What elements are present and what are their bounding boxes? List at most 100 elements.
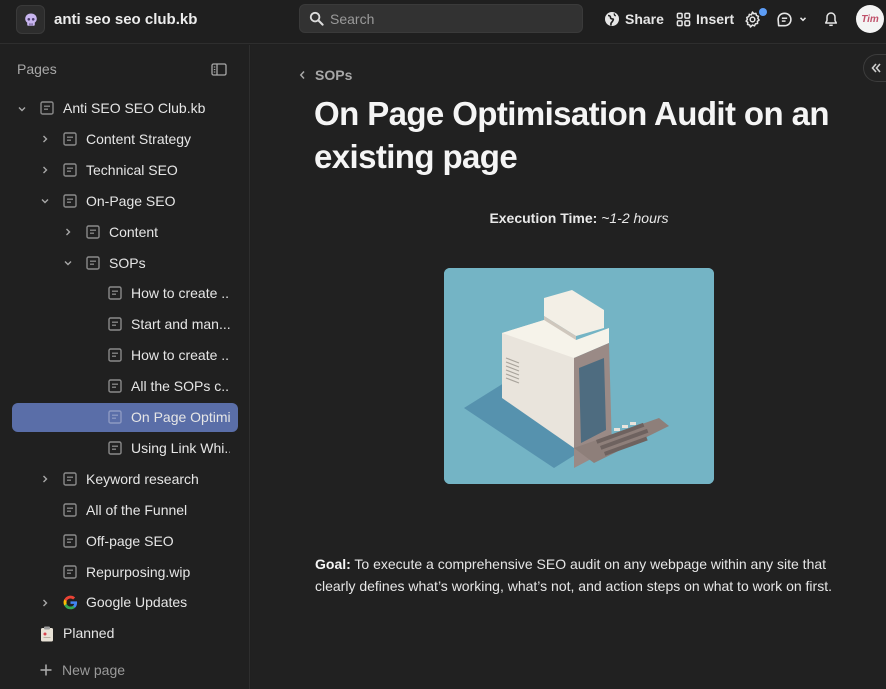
sidebar-item[interactable]: On Page Optimis	[12, 403, 238, 432]
sidebar-item[interactable]: SOPs	[12, 249, 238, 278]
hero-image[interactable]	[444, 268, 714, 484]
sidebar-item-label: Content Strategy	[86, 130, 192, 147]
sidebar-item[interactable]: How to create ...	[12, 341, 238, 370]
pages-header: Pages	[17, 61, 57, 77]
sidebar-item-label: Google Updates	[86, 594, 188, 611]
insert-label: Insert	[696, 11, 735, 27]
chevron-left-icon	[299, 70, 305, 80]
sidebar-item[interactable]: Technical SEO	[12, 156, 238, 185]
sidebar-item[interactable]: Google Updates	[12, 588, 238, 617]
sidebar-panel-icon	[211, 63, 227, 76]
doc-icon	[108, 286, 122, 301]
sidebar-item[interactable]: Keyword research	[12, 465, 238, 494]
doc-icon	[108, 379, 122, 393]
new-page-button[interactable]: New page	[40, 662, 125, 678]
double-chevron-left-icon	[871, 63, 881, 73]
workspace-name[interactable]: anti seo seo club.kb	[54, 11, 197, 28]
chevron-down-icon[interactable]	[62, 257, 74, 269]
sidebar: Pages Anti SEO SEO Club.kb Content Strate…	[0, 45, 250, 689]
skull-icon	[24, 13, 37, 26]
sidebar-item-label: On Page Optimis	[131, 409, 230, 425]
sidebar-item[interactable]: Start and man...	[12, 310, 238, 339]
share-button[interactable]: Share	[604, 9, 664, 29]
main-content: SOPs On Page Optimisation Audit on an ex…	[251, 45, 886, 689]
execution-time-value: ~1-2 hours	[601, 210, 669, 226]
user-avatar[interactable]: Tim	[856, 5, 884, 33]
bell-icon	[824, 12, 838, 27]
sidebar-item[interactable]: Planned	[12, 619, 238, 648]
collapse-panel-button[interactable]	[863, 54, 886, 82]
doc-icon	[63, 564, 77, 579]
sidebar-item-label: All of the Funnel	[86, 501, 188, 518]
doc-icon	[63, 193, 77, 208]
sidebar-item-label: Technical SEO	[86, 161, 178, 178]
sidebar-item-label: How to create ...	[131, 285, 230, 302]
sidebar-item[interactable]: Off-page SEO	[12, 527, 238, 556]
search-icon	[309, 11, 324, 26]
sidebar-item[interactable]: All the SOPs c...	[12, 372, 238, 401]
sidebar-item[interactable]: Content Strategy	[12, 125, 238, 154]
goal-label: Goal:	[315, 556, 351, 572]
goal-text: To execute a comprehensive SEO audit on …	[315, 556, 832, 594]
sidebar-item-label: Repurposing.wip	[86, 563, 191, 580]
globe-icon	[605, 12, 619, 26]
sidebar-item-label: Keyword research	[86, 470, 199, 487]
new-page-label: New page	[62, 662, 126, 678]
notification-dot	[759, 8, 767, 16]
chevron-right-icon[interactable]	[39, 473, 51, 485]
doc-icon	[40, 101, 54, 115]
chevron-down-icon[interactable]	[39, 195, 51, 207]
sidebar-item-label: Anti SEO SEO Club.kb	[63, 100, 206, 116]
doc-icon	[63, 502, 77, 517]
doc-icon	[108, 348, 122, 362]
sidebar-item[interactable]: All of the Funnel	[12, 496, 238, 525]
search-box[interactable]	[299, 4, 583, 33]
insert-button[interactable]: Insert	[676, 9, 734, 29]
sidebar-item[interactable]: Repurposing.wip	[12, 558, 238, 587]
sidebar-item[interactable]: How to create ...	[12, 279, 238, 308]
notifications-button[interactable]	[823, 9, 839, 29]
sidebar-toggle-button[interactable]	[211, 63, 227, 81]
doc-icon	[63, 132, 77, 146]
sidebar-item-label: How to create ...	[131, 347, 230, 364]
grid-icon	[676, 12, 691, 26]
plus-icon	[40, 664, 52, 676]
breadcrumb[interactable]: SOPs	[299, 67, 352, 83]
chevron-right-icon[interactable]	[39, 597, 51, 609]
doc-icon	[86, 255, 100, 270]
sidebar-item-label: Start and man...	[131, 316, 230, 333]
goal-paragraph: Goal: To execute a comprehensive SEO aud…	[315, 554, 845, 597]
sidebar-item-label: Off-page SEO	[86, 532, 174, 549]
chevron-down-icon[interactable]	[16, 103, 28, 115]
chevron-right-icon[interactable]	[62, 226, 74, 238]
sidebar-item-label: Planned	[63, 625, 115, 642]
sidebar-item[interactable]: Content	[12, 218, 238, 247]
share-label: Share	[625, 11, 664, 27]
retro-computer-illustration	[444, 268, 714, 484]
doc-icon	[86, 224, 100, 239]
chevron-down-icon[interactable]	[798, 14, 808, 24]
comments-button[interactable]	[776, 9, 808, 29]
doc-icon	[108, 410, 122, 424]
sidebar-item[interactable]: Anti SEO SEO Club.kb	[12, 94, 238, 123]
workspace-logo[interactable]	[16, 5, 45, 34]
execution-time-label: Execution Time:	[489, 210, 598, 226]
chevron-right-icon[interactable]	[39, 164, 51, 176]
search-input[interactable]	[330, 10, 560, 27]
sidebar-item-label: SOPs	[109, 254, 146, 271]
sidebar-item[interactable]: Using Link Whi...	[12, 434, 238, 463]
comment-icon	[777, 12, 792, 26]
doc-icon	[63, 163, 77, 177]
sidebar-item[interactable]: On-Page SEO	[12, 187, 238, 216]
breadcrumb-label: SOPs	[315, 67, 353, 83]
sidebar-item-label: Using Link Whi...	[131, 439, 230, 456]
chevron-right-icon[interactable]	[39, 133, 51, 145]
doc-icon	[63, 533, 77, 548]
sidebar-item-label: All the SOPs c...	[131, 378, 230, 395]
doc-icon	[63, 472, 77, 486]
page-title[interactable]: On Page Optimisation Audit on an existin…	[314, 92, 854, 178]
clipboard-icon	[40, 626, 54, 642]
doc-icon	[108, 317, 122, 331]
sidebar-item-label: On-Page SEO	[86, 192, 176, 209]
google-icon	[63, 595, 78, 610]
